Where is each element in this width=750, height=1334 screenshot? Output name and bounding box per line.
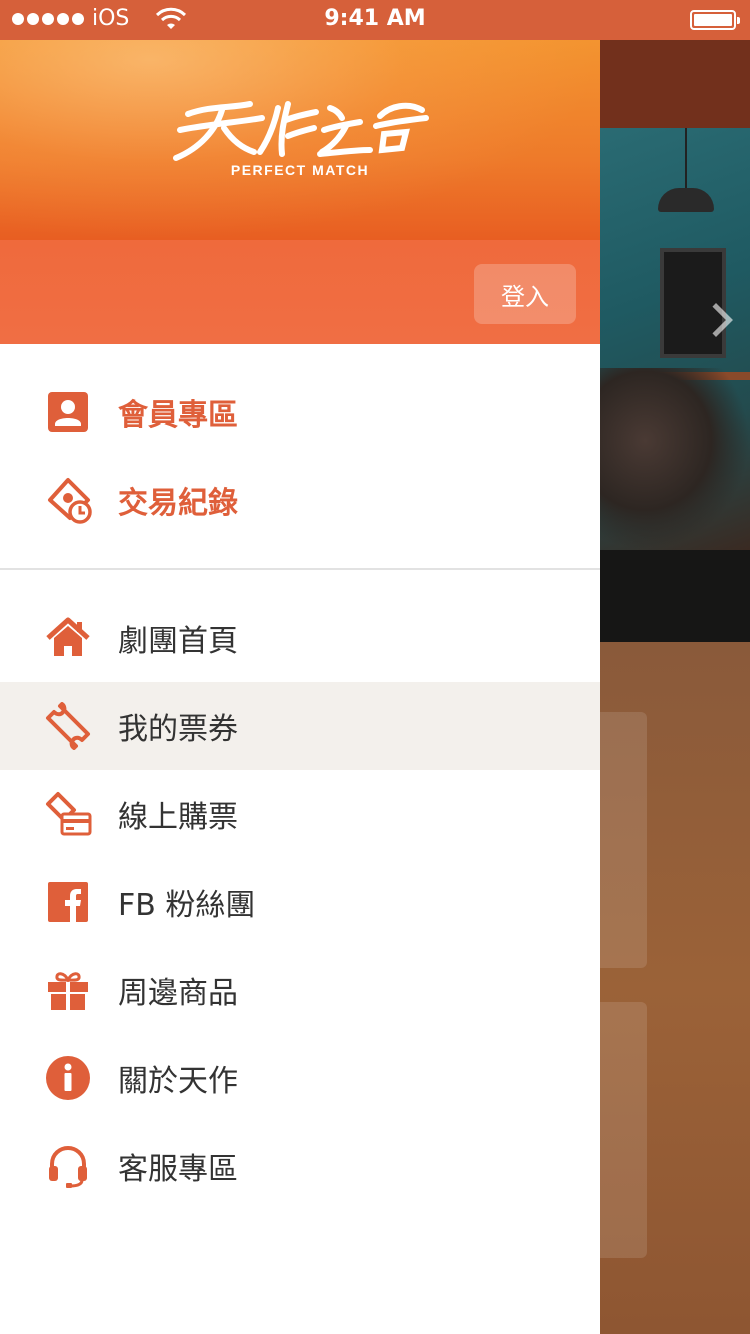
buy-ticket-card-icon xyxy=(44,790,92,838)
main-menu: 劇團首頁 我的票券 線上購票 FB 粉絲團 周邊商品 關於天作 客服專區 xyxy=(0,570,600,1210)
background-card xyxy=(600,712,647,968)
menu-item-my-tickets[interactable]: 我的票券 xyxy=(0,682,600,770)
menu-label: 交易紀錄 xyxy=(118,486,238,521)
menu-label: 線上購票 xyxy=(118,800,238,835)
member-card-icon xyxy=(44,388,92,436)
background-card xyxy=(600,1002,647,1258)
background-dark-strip xyxy=(600,550,750,642)
menu-item-troupe-home[interactable]: 劇團首頁 xyxy=(0,594,600,682)
background-content-area xyxy=(600,642,750,1334)
menu-item-transaction-history[interactable]: 交易紀錄 xyxy=(0,456,600,544)
menu-item-customer-service[interactable]: 客服專區 xyxy=(0,1122,600,1210)
logo-subtitle: PERFECT MATCH xyxy=(230,162,370,178)
menu-item-member-zone[interactable]: 會員專區 xyxy=(0,368,600,456)
status-time: 9:41 AM xyxy=(324,6,426,31)
menu-label: FB 粉絲團 xyxy=(118,888,256,923)
transaction-history-icon xyxy=(44,476,92,524)
login-button[interactable]: 登入 xyxy=(474,264,576,324)
side-drawer: PERFECT MATCH 登入 會員專區 交易紀錄 劇團首頁 我的票券 線上購… xyxy=(0,40,600,1334)
menu-label: 我的票券 xyxy=(118,712,238,747)
menu-item-merchandise[interactable]: 周邊商品 xyxy=(0,946,600,1034)
menu-label: 關於天作 xyxy=(118,1064,238,1099)
member-menu: 會員專區 交易紀錄 xyxy=(0,344,600,570)
menu-item-buy-tickets[interactable]: 線上購票 xyxy=(0,770,600,858)
menu-item-fb-fanpage[interactable]: FB 粉絲團 xyxy=(0,858,600,946)
background-banner-image xyxy=(600,128,750,550)
battery-icon xyxy=(690,10,740,30)
menu-label: 客服專區 xyxy=(118,1152,238,1187)
menu-label: 周邊商品 xyxy=(118,976,238,1011)
menu-label: 劇團首頁 xyxy=(118,624,238,659)
background-app-header xyxy=(600,40,750,128)
info-icon xyxy=(44,1054,92,1102)
logo: PERFECT MATCH xyxy=(0,96,600,186)
logo-mark-icon xyxy=(173,101,429,161)
ticket-icon xyxy=(44,702,92,750)
facebook-icon xyxy=(44,878,92,926)
home-icon xyxy=(44,614,92,662)
drawer-header: PERFECT MATCH 登入 xyxy=(0,40,600,344)
headset-icon xyxy=(44,1142,92,1190)
status-bar: iOS 9:41 AM xyxy=(0,0,750,40)
menu-label: 會員專區 xyxy=(118,398,238,433)
gift-icon xyxy=(44,966,92,1014)
menu-item-about[interactable]: 關於天作 xyxy=(0,1034,600,1122)
background-app-overlay[interactable] xyxy=(600,40,750,1334)
